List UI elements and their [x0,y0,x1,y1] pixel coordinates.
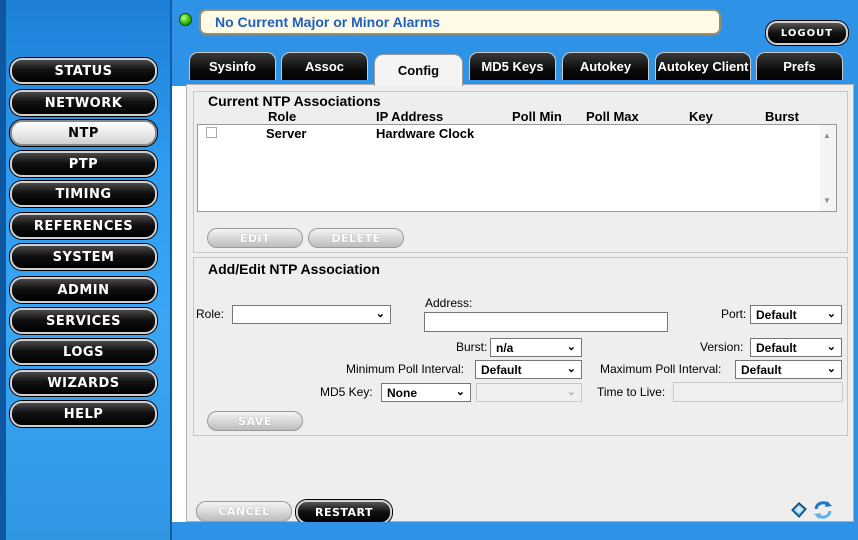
footer-bar [172,522,858,540]
tab-assoc[interactable]: Assoc [281,52,368,80]
min-poll-select[interactable]: Default ⌄ [475,360,582,379]
alarm-status-box: No Current Major or Minor Alarms [199,9,721,35]
sidebar-item-status[interactable]: STATUS [10,58,157,84]
sidebar-item-timing[interactable]: TIMING [10,181,157,207]
tab-config[interactable]: Config [374,54,463,86]
associations-title: Current NTP Associations [208,93,381,109]
md5-key-select[interactable]: None ⌄ [381,383,471,402]
cancel-button[interactable]: CANCEL [196,501,292,522]
table-row-ip-address[interactable]: Hardware Clock [376,126,474,141]
table-row-role[interactable]: Server [266,126,306,141]
add-edit-title: Add/Edit NTP Association [208,261,380,277]
alarm-status-text: No Current Major or Minor Alarms [215,14,441,30]
logout-button[interactable]: LOGOUT [766,21,848,45]
tab-autokey[interactable]: Autokey [562,52,649,80]
tab-autokey-client[interactable]: Autokey Client [655,52,751,80]
ttl-input[interactable] [673,382,843,402]
chevron-down-icon: ⌄ [375,308,385,320]
md5-key-id-select[interactable]: ⌄ [476,383,582,402]
row-select-checkbox[interactable] [206,127,217,138]
tab-sysinfo[interactable]: Sysinfo [189,52,276,80]
sidebar-item-services[interactable]: SERVICES [10,308,157,334]
scroll-down-icon[interactable]: ▼ [823,196,831,205]
chevron-down-icon: ⌄ [566,363,576,375]
address-input[interactable] [424,312,668,332]
chevron-down-icon: ⌄ [826,308,836,320]
version-select[interactable]: Default ⌄ [750,338,842,357]
sidebar-edge [0,0,6,540]
role-select[interactable]: ⌄ [232,305,391,324]
column-header-burst: Burst [765,109,799,124]
save-button[interactable]: SAVE [207,411,303,431]
port-select[interactable]: Default ⌄ [750,305,842,324]
alarm-status-led-icon [179,13,192,26]
md5-key-label: MD5 Key: [320,385,373,399]
chevron-down-icon: ⌄ [566,341,576,353]
column-header-role: Role [268,109,297,124]
restart-button[interactable]: RESTART [296,500,392,524]
tab-md5-keys[interactable]: MD5 Keys [469,52,556,80]
column-header-poll-max: Poll Max [586,109,639,124]
tab-prefs[interactable]: Prefs [756,52,843,80]
edit-button[interactable]: EDIT [207,228,303,248]
max-poll-label: Maximum Poll Interval: [600,362,722,376]
role-label: Role: [196,307,225,321]
min-poll-label: Minimum Poll Interval: [346,362,465,376]
sidebar-item-wizards[interactable]: WIZARDS [10,370,157,396]
column-header-key: Key [689,109,713,124]
scroll-up-icon[interactable]: ▲ [823,131,831,140]
sidebar-item-system[interactable]: SYSTEM [10,244,157,270]
sidebar-item-ptp[interactable]: PTP [10,151,157,177]
sidebar-item-network[interactable]: NETWORK [10,90,157,116]
burst-select[interactable]: n/a ⌄ [490,338,582,357]
chevron-down-icon: ⌄ [826,341,836,353]
sidebar-item-references[interactable]: REFERENCES [10,213,157,239]
sidebar-item-logs[interactable]: LOGS [10,339,157,365]
refresh-icon[interactable] [812,500,834,520]
burst-label: Burst: [456,340,488,354]
delete-button[interactable]: DELETE [308,228,404,248]
port-label: Port: [721,307,747,321]
sidebar-item-ntp[interactable]: NTP [10,120,157,146]
column-header-poll-min: Poll Min [512,109,562,124]
sidebar-item-help[interactable]: HELP [10,401,157,427]
address-label: Address: [425,296,473,310]
version-label: Version: [700,340,744,354]
frame-edge [854,84,858,522]
book-icon[interactable] [791,502,807,518]
max-poll-select[interactable]: Default ⌄ [735,360,842,379]
chevron-down-icon: ⌄ [455,386,465,398]
chevron-down-icon: ⌄ [566,386,576,398]
ttl-label: Time to Live: [597,385,666,399]
sidebar-item-admin[interactable]: ADMIN [10,277,157,303]
chevron-down-icon: ⌄ [826,363,836,375]
column-header-ip-address: IP Address [376,109,444,124]
